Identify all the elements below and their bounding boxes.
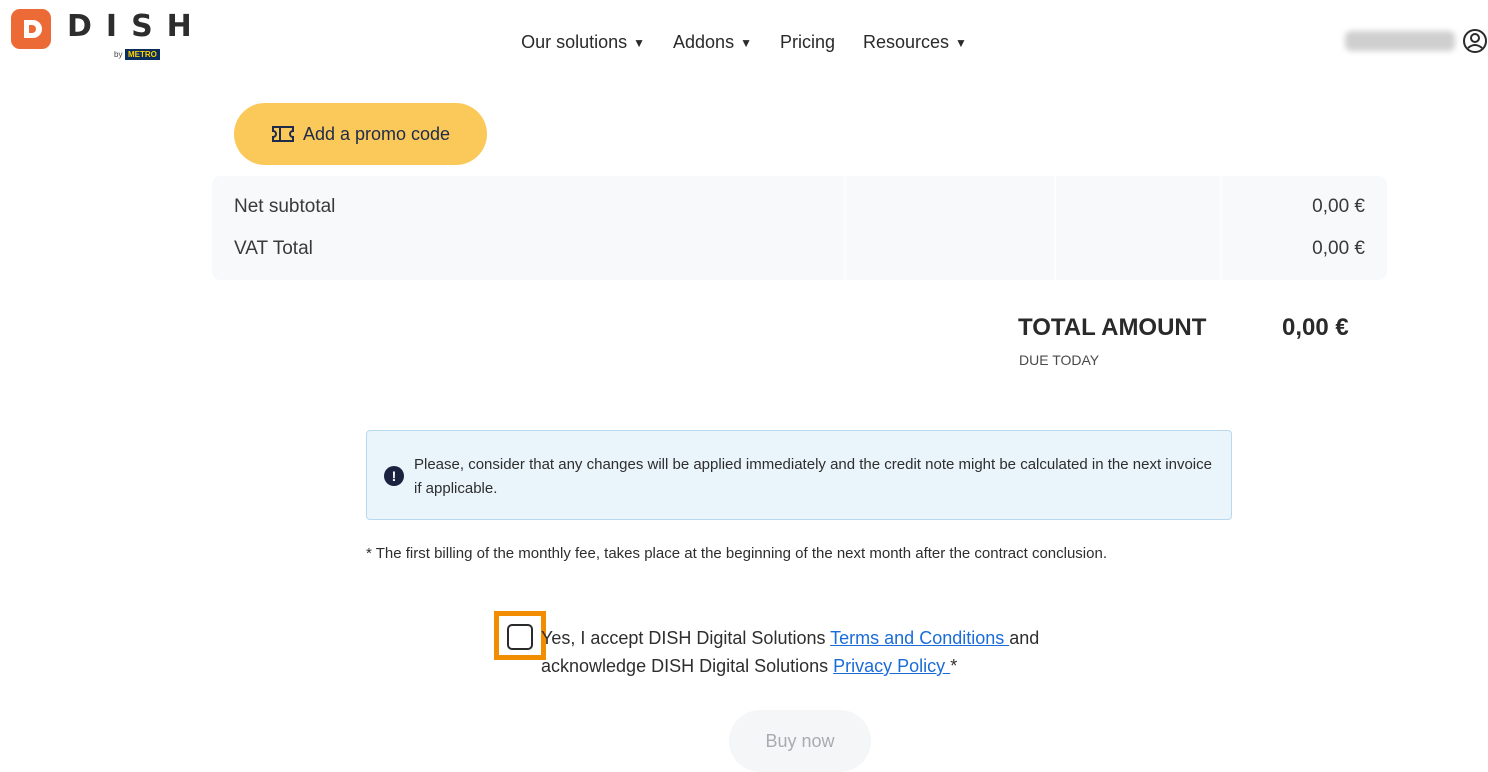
nav-label: Our solutions — [521, 32, 628, 52]
chevron-down-icon: ▼ — [740, 35, 752, 50]
nav-addons[interactable]: Addons ▼ — [673, 32, 752, 53]
accept-text-3: * — [950, 656, 958, 676]
vat-total-label: VAT Total — [234, 238, 313, 259]
buy-now-button[interactable]: Buy now — [729, 710, 871, 772]
chevron-down-icon: ▼ — [955, 35, 967, 50]
nav-pricing[interactable]: Pricing — [780, 32, 835, 53]
total-amount-value: 0,00 € — [1282, 314, 1349, 341]
billing-note: * The first billing of the monthly fee, … — [366, 545, 1107, 562]
due-today-label: DUE TODAY — [1019, 352, 1100, 368]
accept-terms-checkbox[interactable] — [507, 624, 533, 650]
net-subtotal-value: 0,00 € — [1312, 196, 1365, 217]
nav-label: Addons — [673, 32, 735, 52]
terms-and-conditions-link[interactable]: Terms and Conditions — [830, 628, 1009, 648]
chevron-down-icon: ▼ — [633, 35, 646, 50]
vat-total-value: 0,00 € — [1312, 238, 1365, 259]
info-notice: ! Please, consider that any changes will… — [366, 430, 1232, 520]
ticket-icon — [271, 126, 294, 142]
table-row: Net subtotal 0,00 € — [212, 196, 1387, 224]
add-promo-code-button[interactable]: Add a promo code — [234, 103, 487, 165]
totals-table: Net subtotal 0,00 € VAT Total 0,00 € — [212, 176, 1387, 280]
nav-resources[interactable]: Resources ▼ — [863, 32, 967, 53]
main-nav: Our solutions ▼ Addons ▼ Pricing Resourc… — [0, 32, 1488, 53]
nav-our-solutions[interactable]: Our solutions ▼ — [521, 32, 645, 53]
info-text: Please, consider that any changes will b… — [414, 456, 1212, 497]
user-name-blurred[interactable] — [1345, 31, 1455, 51]
total-amount-label: TOTAL AMOUNT — [1018, 314, 1207, 341]
privacy-policy-link[interactable]: Privacy Policy — [833, 656, 950, 676]
table-row: VAT Total 0,00 € — [212, 238, 1387, 266]
promo-label: Add a promo code — [302, 123, 451, 144]
user-circle-icon[interactable] — [1462, 28, 1488, 54]
net-subtotal-label: Net subtotal — [234, 196, 336, 217]
accept-text-1: Yes, I accept DISH Digital Solutions — [541, 628, 831, 648]
exclamation-circle-icon: ! — [384, 466, 404, 486]
accept-terms-text: Yes, I accept DISH Digital Solutions Ter… — [541, 624, 1101, 680]
nav-label: Resources — [863, 32, 950, 52]
nav-label: Pricing — [779, 32, 835, 52]
